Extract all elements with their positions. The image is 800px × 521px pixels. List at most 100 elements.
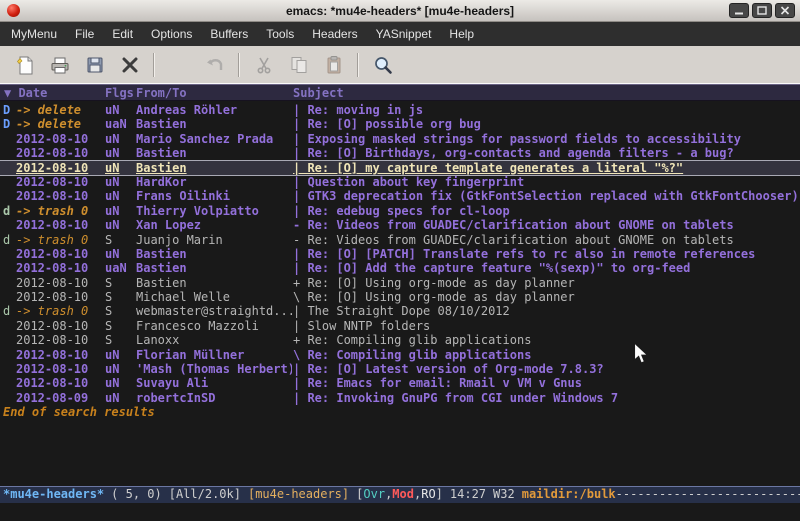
message-date: 2012-08-10 <box>16 175 88 189</box>
menu-file[interactable]: File <box>66 24 103 44</box>
message-row[interactable]: 2012-08-10 uN 'Mash (Thomas Herbert) | R… <box>0 362 800 376</box>
titlebar[interactable]: emacs: *mu4e-headers* [mu4e-headers] <box>0 0 800 22</box>
message-row[interactable]: 2012-08-10 uN Frans Oilinki | GTK3 depre… <box>0 189 800 203</box>
maximize-button[interactable] <box>752 3 772 18</box>
menu-mymenu[interactable]: MyMenu <box>2 24 66 44</box>
mu4e-headers-buffer[interactable]: ▼ Date Flgs From/To Subject D -> delete … <box>0 84 800 486</box>
message-from: Juanjo Marin <box>136 233 292 247</box>
message-flags: uN <box>105 204 119 218</box>
message-row[interactable]: d -> trash 0 uN Thierry Volpiatto | Re: … <box>0 204 800 218</box>
modeline-maildir: maildir:/bulk <box>522 487 616 503</box>
end-of-results-text: End of search results <box>0 405 800 419</box>
kill-buffer-button[interactable] <box>115 50 145 80</box>
message-subject: \ Re: Compiling glib applications <box>293 348 800 362</box>
message-flags: S <box>105 319 112 333</box>
window-controls <box>729 3 795 18</box>
message-subject: | Re: [O] Latest version of Org-mode 7.8… <box>293 362 800 376</box>
message-row[interactable]: 2012-08-10 uaN Bastien | Re: [O] Add the… <box>0 261 800 275</box>
new-file-button[interactable] <box>10 50 40 80</box>
message-subject: | Re: [O] my capture template generates … <box>293 161 800 175</box>
column-flags[interactable]: Flgs <box>105 86 134 101</box>
message-row[interactable]: d -> trash 0 S webmaster@straightd... | … <box>0 304 800 318</box>
search-button[interactable] <box>368 50 398 80</box>
modeline[interactable]: *mu4e-headers* ( 5, 0) [All/2.0k] [mu4e-… <box>0 486 800 503</box>
menu-help[interactable]: Help <box>440 24 483 44</box>
minibuffer[interactable] <box>0 503 800 521</box>
message-flags: uN <box>105 348 119 362</box>
message-row[interactable]: 2012-08-10 uN Xan Lopez - Re: Videos fro… <box>0 218 800 232</box>
column-subject[interactable]: Subject <box>293 86 344 101</box>
message-row[interactable]: 2012-08-10 uN HardKor | Question about k… <box>0 175 800 189</box>
message-date: 2012-08-10 <box>16 333 88 347</box>
message-from: 'Mash (Thomas Herbert) <box>136 362 292 376</box>
menu-yasnippet[interactable]: YASnippet <box>367 24 441 44</box>
search-icon <box>373 55 393 75</box>
print-button[interactable] <box>45 50 75 80</box>
message-row[interactable]: D -> delete uN Andreas Röhler | Re: movi… <box>0 103 800 117</box>
new-file-icon <box>15 55 35 75</box>
message-subject: | Re: [O] Birthdays, org-contacts and ag… <box>293 146 800 160</box>
message-row[interactable]: D -> delete uaN Bastien | Re: [O] possib… <box>0 117 800 131</box>
message-row[interactable]: 2012-08-10 uN Bastien | Re: [O] Birthday… <box>0 146 800 160</box>
modeline-major-mode[interactable]: [mu4e-headers] <box>248 487 349 503</box>
message-flags: uN <box>105 146 119 160</box>
message-row[interactable]: 2012-08-10 S Bastien + Re: [O] Using org… <box>0 276 800 290</box>
message-date: -> trash 0 <box>16 204 88 218</box>
menu-buffers[interactable]: Buffers <box>201 24 257 44</box>
message-subject: | Exposing masked strings for password f… <box>293 132 800 146</box>
menu-options[interactable]: Options <box>142 24 201 44</box>
clipboard-icon <box>324 55 344 75</box>
save-button[interactable] <box>80 50 110 80</box>
message-row[interactable]: 2012-08-10 S Lanoxx + Re: Compiling glib… <box>0 333 800 347</box>
paste-button[interactable] <box>319 50 349 80</box>
mark-indicator: d <box>3 304 10 318</box>
column-date[interactable]: ▼ Date <box>4 86 47 101</box>
modeline-window-id: W32 <box>493 487 515 503</box>
menu-headers[interactable]: Headers <box>303 24 366 44</box>
message-from: Bastien <box>136 261 292 275</box>
message-row[interactable]: 2012-08-10 uN Mario Sanchez Prada | Expo… <box>0 132 800 146</box>
close-icon <box>780 6 790 15</box>
emacs-window: emacs: *mu4e-headers* [mu4e-headers] MyM… <box>0 0 800 521</box>
message-row[interactable]: d -> trash 0 S Juanjo Marin - Re: Videos… <box>0 233 800 247</box>
column-from[interactable]: From/To <box>136 86 187 101</box>
message-flags: uaN <box>105 261 127 275</box>
message-subject: | Re: Invoking GnuPG from CGI under Wind… <box>293 391 800 405</box>
message-subject: | The Straight Dope 08/10/2012 <box>293 304 800 318</box>
cut-button[interactable] <box>249 50 279 80</box>
message-from: Michael Welle <box>136 290 292 304</box>
message-date: 2012-08-10 <box>16 290 88 304</box>
message-row[interactable]: 2012-08-10 S Michael Welle \ Re: [O] Usi… <box>0 290 800 304</box>
emacs-app-icon <box>7 4 20 17</box>
undo-button[interactable] <box>200 50 230 80</box>
message-subject: | Re: [O] [PATCH] Translate refs to rc a… <box>293 247 800 261</box>
message-date: -> trash 0 <box>16 304 88 318</box>
message-date: -> delete <box>16 103 81 117</box>
message-from: HardKor <box>136 175 292 189</box>
message-row[interactable]: 2012-08-10 uN Suvayu Ali | Re: Emacs for… <box>0 376 800 390</box>
copy-button[interactable] <box>284 50 314 80</box>
message-flags: uN <box>105 218 119 232</box>
modeline-range: [All/2.0k] <box>169 487 241 503</box>
message-flags: uN <box>105 362 119 376</box>
message-row[interactable]: 2012-08-10 uN Bastien | Re: [O] my captu… <box>0 161 800 175</box>
minimize-button[interactable] <box>729 3 749 18</box>
message-flags: uaN <box>105 117 127 131</box>
message-date: 2012-08-10 <box>16 218 88 232</box>
message-date: 2012-08-10 <box>16 132 88 146</box>
close-button[interactable] <box>775 3 795 18</box>
modeline-buffer-name: *mu4e-headers* <box>3 487 104 503</box>
maximize-icon <box>757 6 767 15</box>
message-subject: | Re: [O] possible org bug <box>293 117 800 131</box>
message-row[interactable]: 2012-08-09 uN robertcInSD | Re: Invoking… <box>0 391 800 405</box>
message-subject: | Re: moving in js <box>293 103 800 117</box>
message-from: Bastien <box>136 161 292 175</box>
menu-tools[interactable]: Tools <box>257 24 303 44</box>
message-row[interactable]: 2012-08-10 uN Bastien | Re: [O] [PATCH] … <box>0 247 800 261</box>
message-flags: uN <box>105 161 119 175</box>
message-flags: uN <box>105 376 119 390</box>
message-row[interactable]: 2012-08-10 uN Florian Müllner \ Re: Comp… <box>0 348 800 362</box>
message-subject: - Re: Videos from GUADEC/clarification a… <box>293 218 800 232</box>
menu-edit[interactable]: Edit <box>103 24 142 44</box>
message-row[interactable]: 2012-08-10 S Francesco Mazzoli | Slow NN… <box>0 319 800 333</box>
